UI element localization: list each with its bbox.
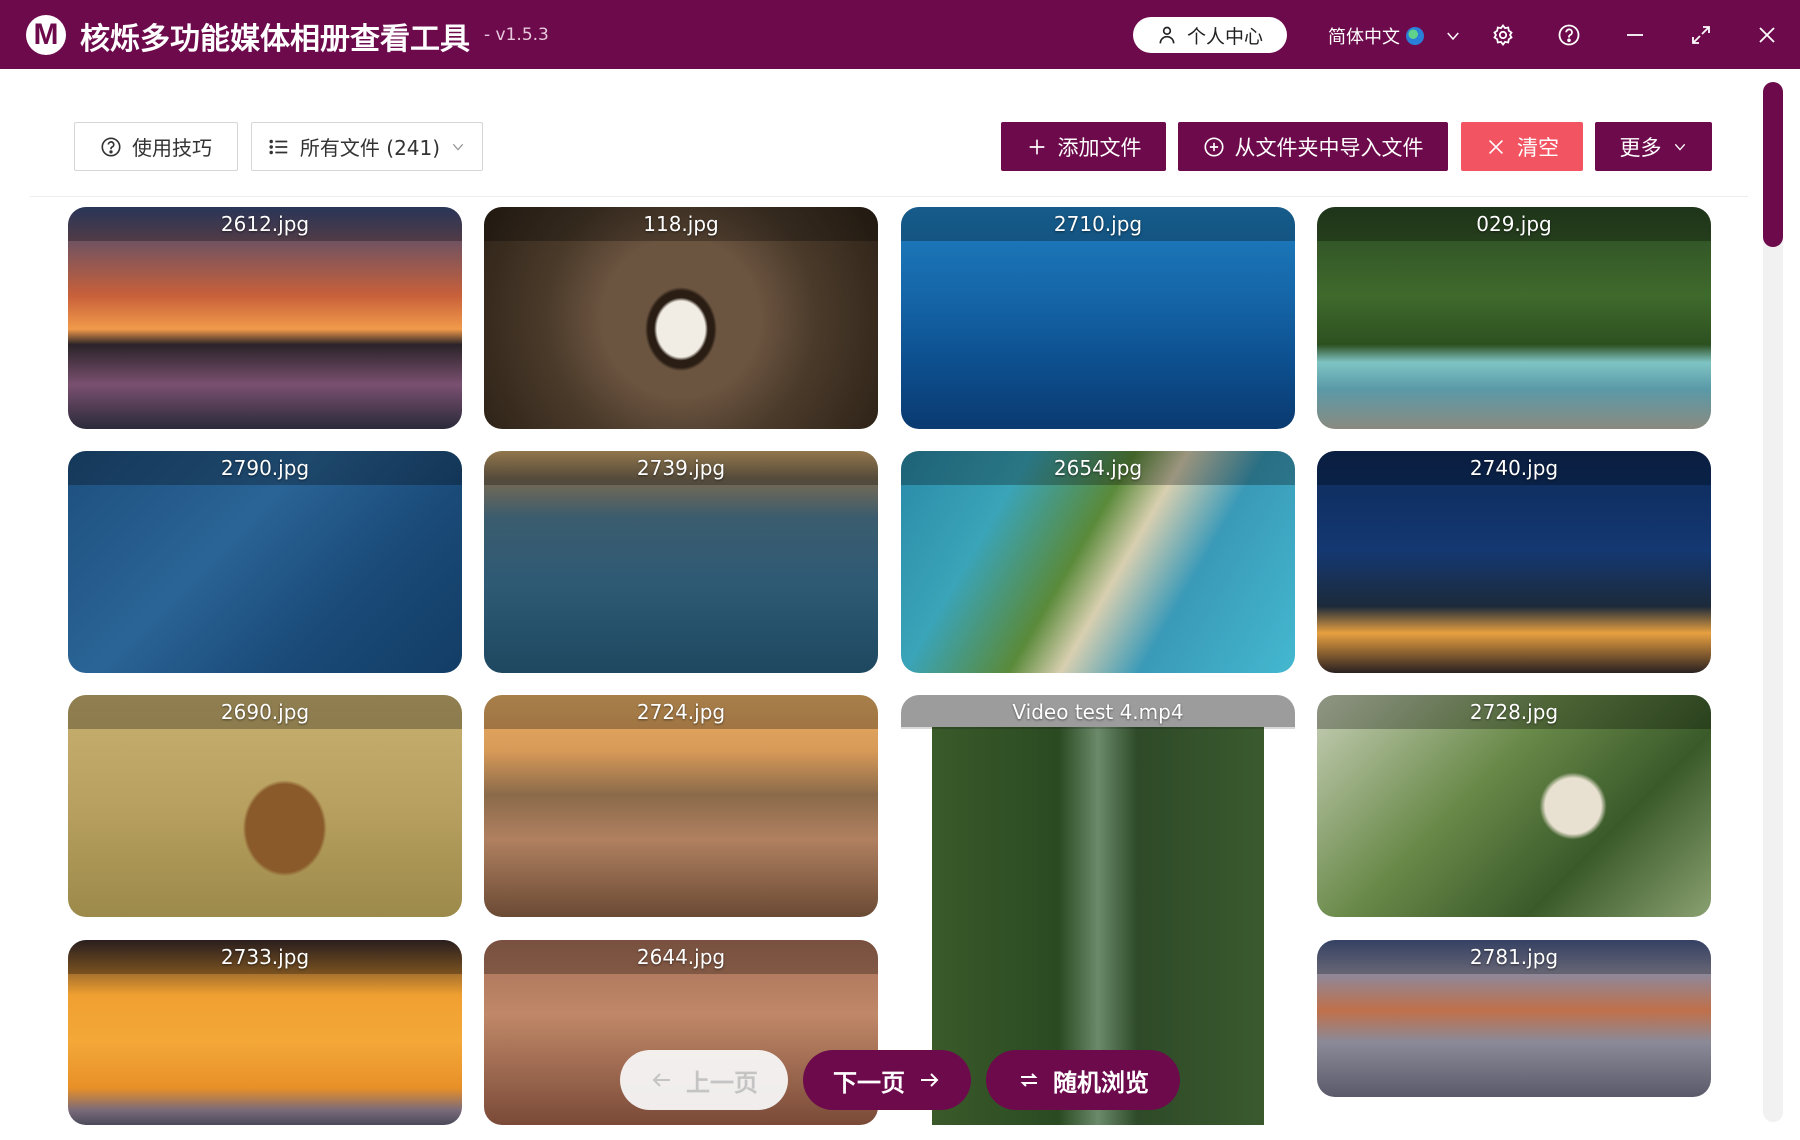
maximize-button[interactable] [1686, 20, 1716, 50]
thumbnail-filename: 2612.jpg [68, 207, 462, 241]
thumbnail-item[interactable]: 2728.jpg [1317, 695, 1711, 917]
more-label: 更多 [1619, 135, 1662, 160]
clear-button[interactable]: 清空 [1461, 122, 1583, 171]
close-button[interactable] [1752, 20, 1782, 50]
user-center-button[interactable]: 个人中心 [1133, 17, 1287, 53]
import-folder-button[interactable]: 从文件夹中导入文件 [1178, 122, 1448, 171]
add-file-button[interactable]: 添加文件 [1001, 122, 1166, 171]
minimize-button[interactable] [1620, 20, 1650, 50]
maximize-icon [1692, 26, 1710, 44]
thumbnail-filename: 2739.jpg [484, 451, 878, 485]
random-browse-label: 随机浏览 [1053, 1068, 1149, 1097]
prev-page-button[interactable]: 上一页 [620, 1050, 788, 1110]
language-selector[interactable]: 简体中文 [1328, 22, 1462, 50]
scrollbar-thumb[interactable] [1763, 82, 1783, 247]
thumbnail-item[interactable]: 2733.jpg [68, 940, 462, 1125]
close-icon [1488, 139, 1504, 154]
list-icon [269, 139, 288, 154]
thumbnail-item[interactable]: 2612.jpg [68, 207, 462, 429]
user-icon [1159, 26, 1175, 44]
thumbnail-filename: 2733.jpg [68, 940, 462, 974]
file-filter-dropdown[interactable]: 所有文件 (241) [251, 122, 483, 171]
import-folder-label: 从文件夹中导入文件 [1234, 135, 1424, 160]
add-file-label: 添加文件 [1057, 135, 1142, 160]
minimize-icon [1627, 34, 1643, 36]
chevron-down-icon [1447, 32, 1459, 41]
app-logo: M [26, 15, 66, 55]
prev-page-label: 上一页 [686, 1068, 758, 1097]
tips-button[interactable]: 使用技巧 [74, 122, 238, 171]
plus-icon [1029, 139, 1044, 154]
thumbnail-filename: 2644.jpg [484, 940, 878, 974]
plus-circle-icon [1203, 136, 1224, 157]
chevron-down-icon [1674, 143, 1685, 151]
random-browse-button[interactable]: 随机浏览 [986, 1050, 1180, 1110]
app-title: 核烁多功能媒体相册查看工具 [80, 22, 470, 57]
thumbnail-item[interactable]: 2739.jpg [484, 451, 878, 673]
thumbnail-item[interactable]: 2790.jpg [68, 451, 462, 673]
title-bar: M 核烁多功能媒体相册查看工具 - v1.5.3 个人中心 简体中文 [0, 0, 1800, 69]
thumbnail-item[interactable]: 2654.jpg [901, 451, 1295, 673]
thumbnail-filename: 2654.jpg [901, 451, 1295, 485]
clear-label: 清空 [1517, 135, 1559, 160]
thumbnail-filename: 2724.jpg [484, 695, 878, 729]
thumbnail-filename: 2790.jpg [68, 451, 462, 485]
arrow-left-icon [652, 1073, 670, 1087]
thumbnail-item[interactable]: 029.jpg [1317, 207, 1711, 429]
thumbnail-filename: Video test 4.mp4 [901, 695, 1295, 729]
thumbnail-item[interactable]: 2740.jpg [1317, 451, 1711, 673]
thumbnail-item[interactable]: 2710.jpg [901, 207, 1295, 429]
next-page-label: 下一页 [833, 1068, 905, 1097]
thumbnail-filename: 118.jpg [484, 207, 878, 241]
more-button[interactable]: 更多 [1595, 122, 1712, 171]
user-center-label: 个人中心 [1186, 25, 1263, 48]
thumbnail-item[interactable]: 2690.jpg [68, 695, 462, 917]
thumbnail-filename: 2781.jpg [1317, 940, 1711, 974]
thumbnail-filename: 2690.jpg [68, 695, 462, 729]
close-icon [1759, 27, 1775, 43]
gear-icon [1493, 24, 1513, 46]
arrow-right-icon [921, 1073, 939, 1087]
language-label: 简体中文 [1328, 27, 1400, 48]
globe-icon [1406, 27, 1424, 45]
help-icon [1558, 24, 1580, 46]
toolbar-divider [30, 196, 1748, 197]
app-version: - v1.5.3 [484, 25, 549, 45]
tips-label: 使用技巧 [132, 136, 212, 160]
thumbnail-filename: 2740.jpg [1317, 451, 1711, 485]
thumbnail-filename: 2710.jpg [901, 207, 1295, 241]
chevron-down-icon [452, 143, 464, 151]
shuffle-icon [1020, 1073, 1038, 1087]
thumbnail-item[interactable]: 118.jpg [484, 207, 878, 429]
thumbnail-filename: 2728.jpg [1317, 695, 1711, 729]
help-icon [101, 136, 121, 157]
thumbnail-filename: 029.jpg [1317, 207, 1711, 241]
file-filter-label: 所有文件 (241) [299, 136, 441, 160]
thumbnail-item[interactable]: 2781.jpg [1317, 940, 1711, 1097]
help-button[interactable] [1554, 20, 1584, 50]
next-page-button[interactable]: 下一页 [803, 1050, 971, 1110]
thumbnail-item[interactable]: 2724.jpg [484, 695, 878, 917]
settings-button[interactable] [1488, 20, 1518, 50]
